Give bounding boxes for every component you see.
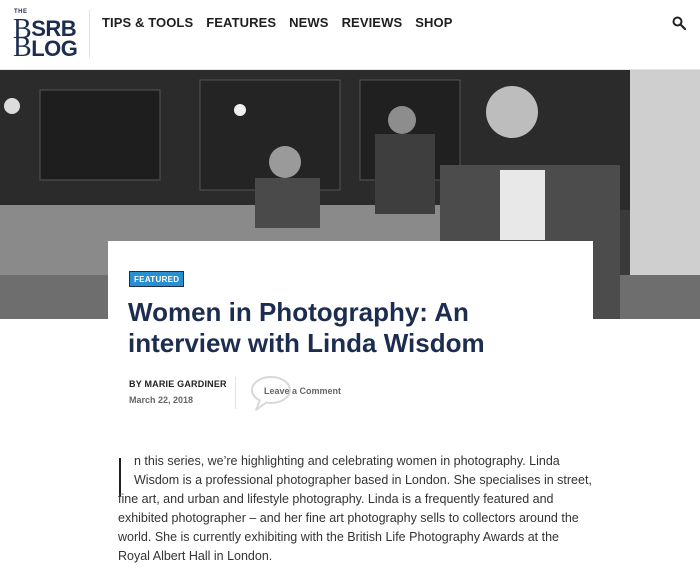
nav-tips-tools[interactable]: TIPS & TOOLS [102,15,193,30]
leave-comment-link[interactable]: Leave a Comment [250,374,380,414]
body-line: fine art, and urban and lifestyle photog… [118,492,554,506]
category-badge[interactable]: FEATURED [129,271,185,287]
body-line: n this series, we’re highlighting and ce… [134,454,560,468]
search-icon[interactable] [672,16,686,30]
site-header: THE BSRB BLOG TIPS & TOOLS FEATURES NEWS… [0,0,700,70]
logo-line-2: BLOG [13,32,78,63]
meta-divider [235,377,236,409]
publish-date: March 22, 2018 [129,395,194,405]
body-line: Wisdom is a professional photographer ba… [134,473,592,487]
nav-features[interactable]: FEATURES [206,15,276,30]
body-line: exhibited photographer – and her fine ar… [118,511,579,525]
main-nav: TIPS & TOOLS FEATURES NEWS REVIEWS SHOP [102,15,465,30]
article-title: Women in Photography: An interview with … [128,297,485,358]
nav-reviews[interactable]: REVIEWS [342,15,403,30]
body-line: world. She is currently exhibiting with … [118,530,559,544]
nav-shop[interactable]: SHOP [415,15,452,30]
article-card: FEATURED Women in Photography: An interv… [108,241,593,441]
byline: BY MARIE GARDINER March 22, 2018 [129,379,227,405]
article-body: n this series, we’re highlighting and ce… [118,452,592,566]
site-logo[interactable]: THE BSRB BLOG [13,9,79,63]
nav-news[interactable]: NEWS [289,15,328,30]
header-divider [89,10,90,58]
comment-label: Leave a Comment [264,386,342,396]
author-name[interactable]: BY MARIE GARDINER [129,379,227,389]
body-line: Royal Albert Hall in London. [118,549,273,563]
